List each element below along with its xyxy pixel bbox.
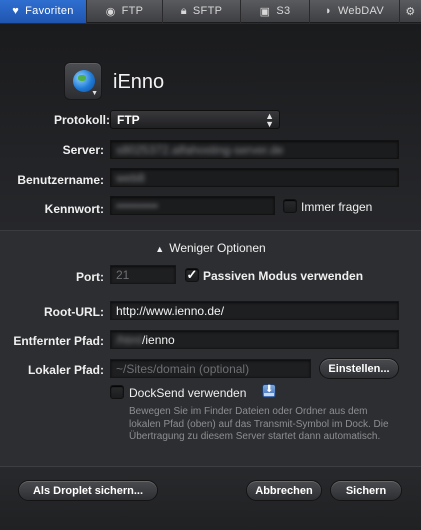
server-name[interactable]: iEnno: [113, 71, 164, 94]
save-as-droplet-button[interactable]: Als Droplet sichern...: [18, 480, 158, 501]
remote-path-label: Entfernter Pfad:: [13, 334, 104, 348]
tab-ftp[interactable]: ◉ FTP: [87, 0, 163, 23]
tab-label: WebDAV: [337, 5, 384, 17]
username-field[interactable]: web8: [110, 168, 399, 187]
fewer-options-label: Weniger Optionen: [169, 241, 266, 255]
protocol-value: FTP: [117, 113, 140, 127]
docksend-checkbox[interactable]: [110, 385, 124, 399]
password-label: Kennwort:: [44, 202, 104, 216]
checkmark-icon: ✓: [186, 267, 198, 282]
passive-mode-label: Passiven Modus verwenden: [203, 269, 364, 283]
always-ask-label: Immer fragen: [301, 200, 373, 214]
remote-path-value: /ienno: [142, 333, 175, 347]
save-button[interactable]: Sichern: [330, 480, 402, 501]
heart-icon: ♥: [12, 5, 20, 17]
amazon-icon: ▣: [259, 5, 271, 18]
root-url-value: http://www.ienno.de/: [116, 304, 225, 318]
protocol-label: Protokoll:: [54, 113, 110, 127]
passive-mode-checkbox[interactable]: ✓: [185, 268, 199, 282]
tab-webdav[interactable]: ◗ WebDAV: [310, 0, 400, 23]
cancel-button[interactable]: Abbrechen: [246, 480, 322, 501]
local-path-placeholder: ~/Sites/domain (optional): [116, 362, 250, 376]
tab-bar: ♥ Favoriten ◉ FTP 🔒︎ SFTP ▣ S3 ◗ WebDAV …: [0, 0, 421, 23]
remote-path-field[interactable]: /html/ienno: [110, 330, 399, 349]
tab-sftp[interactable]: 🔒︎ SFTP: [163, 0, 241, 23]
tab-label: Favoriten: [25, 5, 74, 17]
server-label: Server:: [62, 143, 104, 157]
tab-label: SFTP: [192, 5, 223, 17]
gear-icon[interactable]: ⚙: [400, 0, 421, 23]
tab-s3[interactable]: ▣ S3: [241, 0, 310, 23]
local-path-label: Lokaler Pfad:: [27, 363, 104, 377]
tab-label: S3: [276, 5, 291, 17]
lock-icon: 🔒︎: [180, 4, 187, 17]
username-value: web8: [116, 171, 145, 185]
globe-icon: ◉: [105, 5, 116, 18]
always-ask-checkbox[interactable]: [283, 199, 297, 213]
updown-chevron-icon: ▲ ▼: [265, 111, 274, 129]
port-placeholder: 21: [116, 268, 130, 282]
fewer-options-toggle[interactable]: ▲ Weniger Optionen: [0, 241, 421, 255]
server-value: s8025372.alfahosting-server.de: [116, 143, 284, 157]
password-value: ••••••••••: [116, 199, 159, 213]
remote-path-hidden: /html: [116, 333, 143, 347]
password-field[interactable]: ••••••••••: [110, 196, 275, 215]
docksend-help-text: Bewegen Sie im Finder Dateien oder Ordne…: [129, 406, 389, 442]
globe-server-icon[interactable]: ▼: [64, 62, 102, 100]
webdav-icon: ◗: [325, 5, 332, 17]
disclosure-triangle-icon: ▲: [155, 244, 165, 254]
tab-favoriten[interactable]: ♥ Favoriten: [0, 0, 87, 23]
transmit-dock-icon: ⬇: [262, 384, 276, 398]
docksend-label: DockSend verwenden: [129, 386, 247, 400]
username-label: Benutzername:: [17, 173, 104, 187]
protocol-select[interactable]: FTP ▲ ▼: [110, 110, 280, 129]
set-local-path-button[interactable]: Einstellen...: [319, 358, 399, 379]
root-url-field[interactable]: http://www.ienno.de/: [110, 301, 399, 320]
root-url-label: Root-URL:: [44, 305, 104, 319]
local-path-field[interactable]: ~/Sites/domain (optional): [110, 359, 311, 378]
port-label: Port:: [76, 270, 104, 284]
port-field[interactable]: 21: [110, 265, 176, 284]
server-field[interactable]: s8025372.alfahosting-server.de: [110, 140, 399, 159]
tab-label: FTP: [121, 5, 144, 17]
